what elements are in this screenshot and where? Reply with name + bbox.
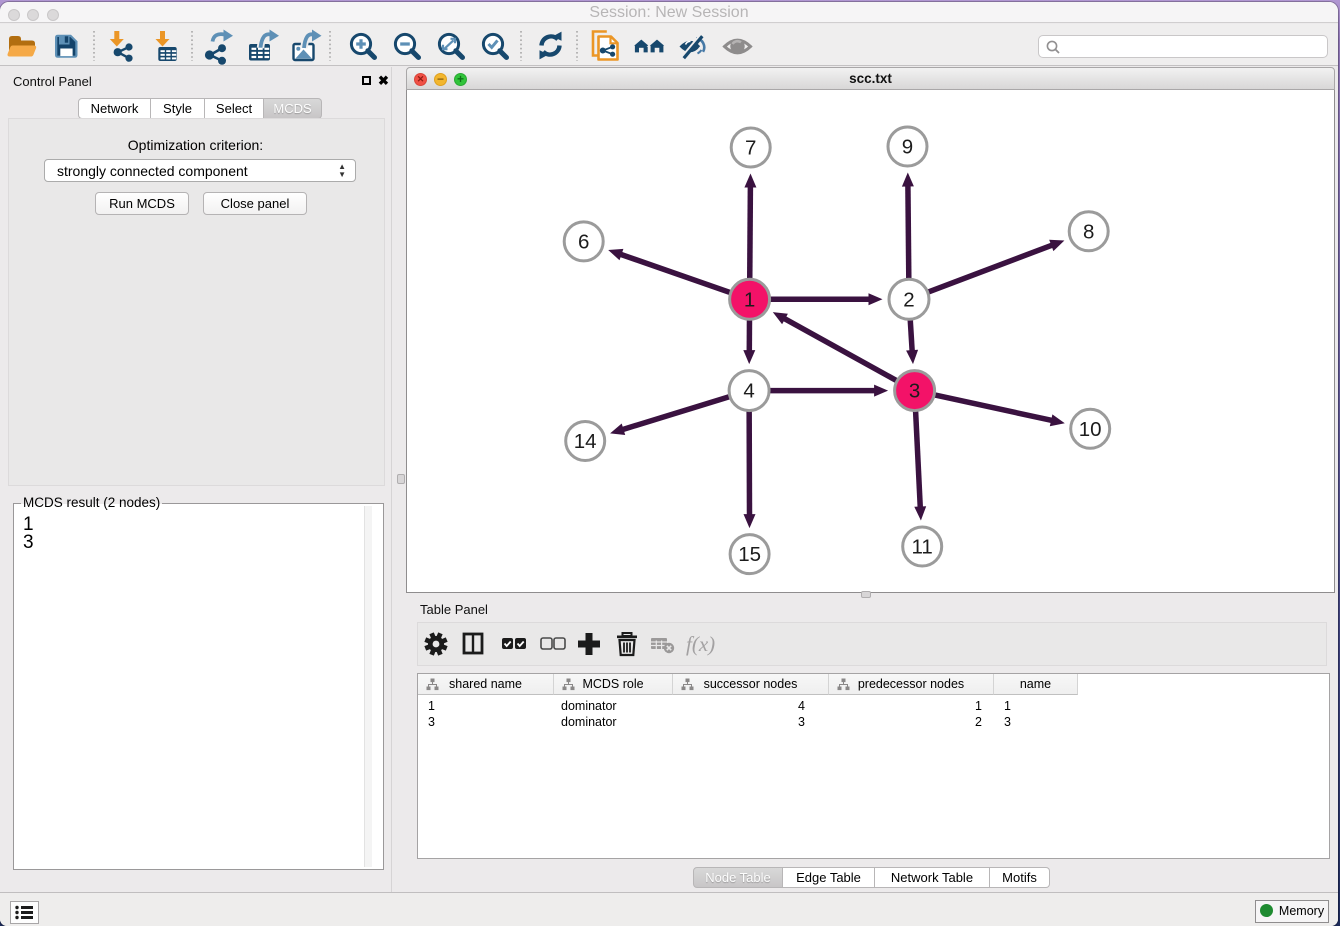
svg-text:4: 4 [743, 380, 754, 403]
svg-text:15: 15 [738, 543, 761, 566]
svg-text:7: 7 [745, 137, 756, 160]
svg-text:10: 10 [1079, 418, 1102, 441]
svg-text:6: 6 [578, 230, 589, 253]
svg-text:3: 3 [909, 380, 920, 403]
svg-text:8: 8 [1083, 220, 1094, 243]
svg-text:14: 14 [574, 430, 597, 453]
svg-text:1: 1 [744, 288, 755, 311]
svg-text:f(x): f(x) [686, 632, 715, 656]
svg-text:2: 2 [903, 288, 914, 311]
svg-text:9: 9 [902, 136, 913, 159]
svg-text:11: 11 [912, 536, 933, 559]
